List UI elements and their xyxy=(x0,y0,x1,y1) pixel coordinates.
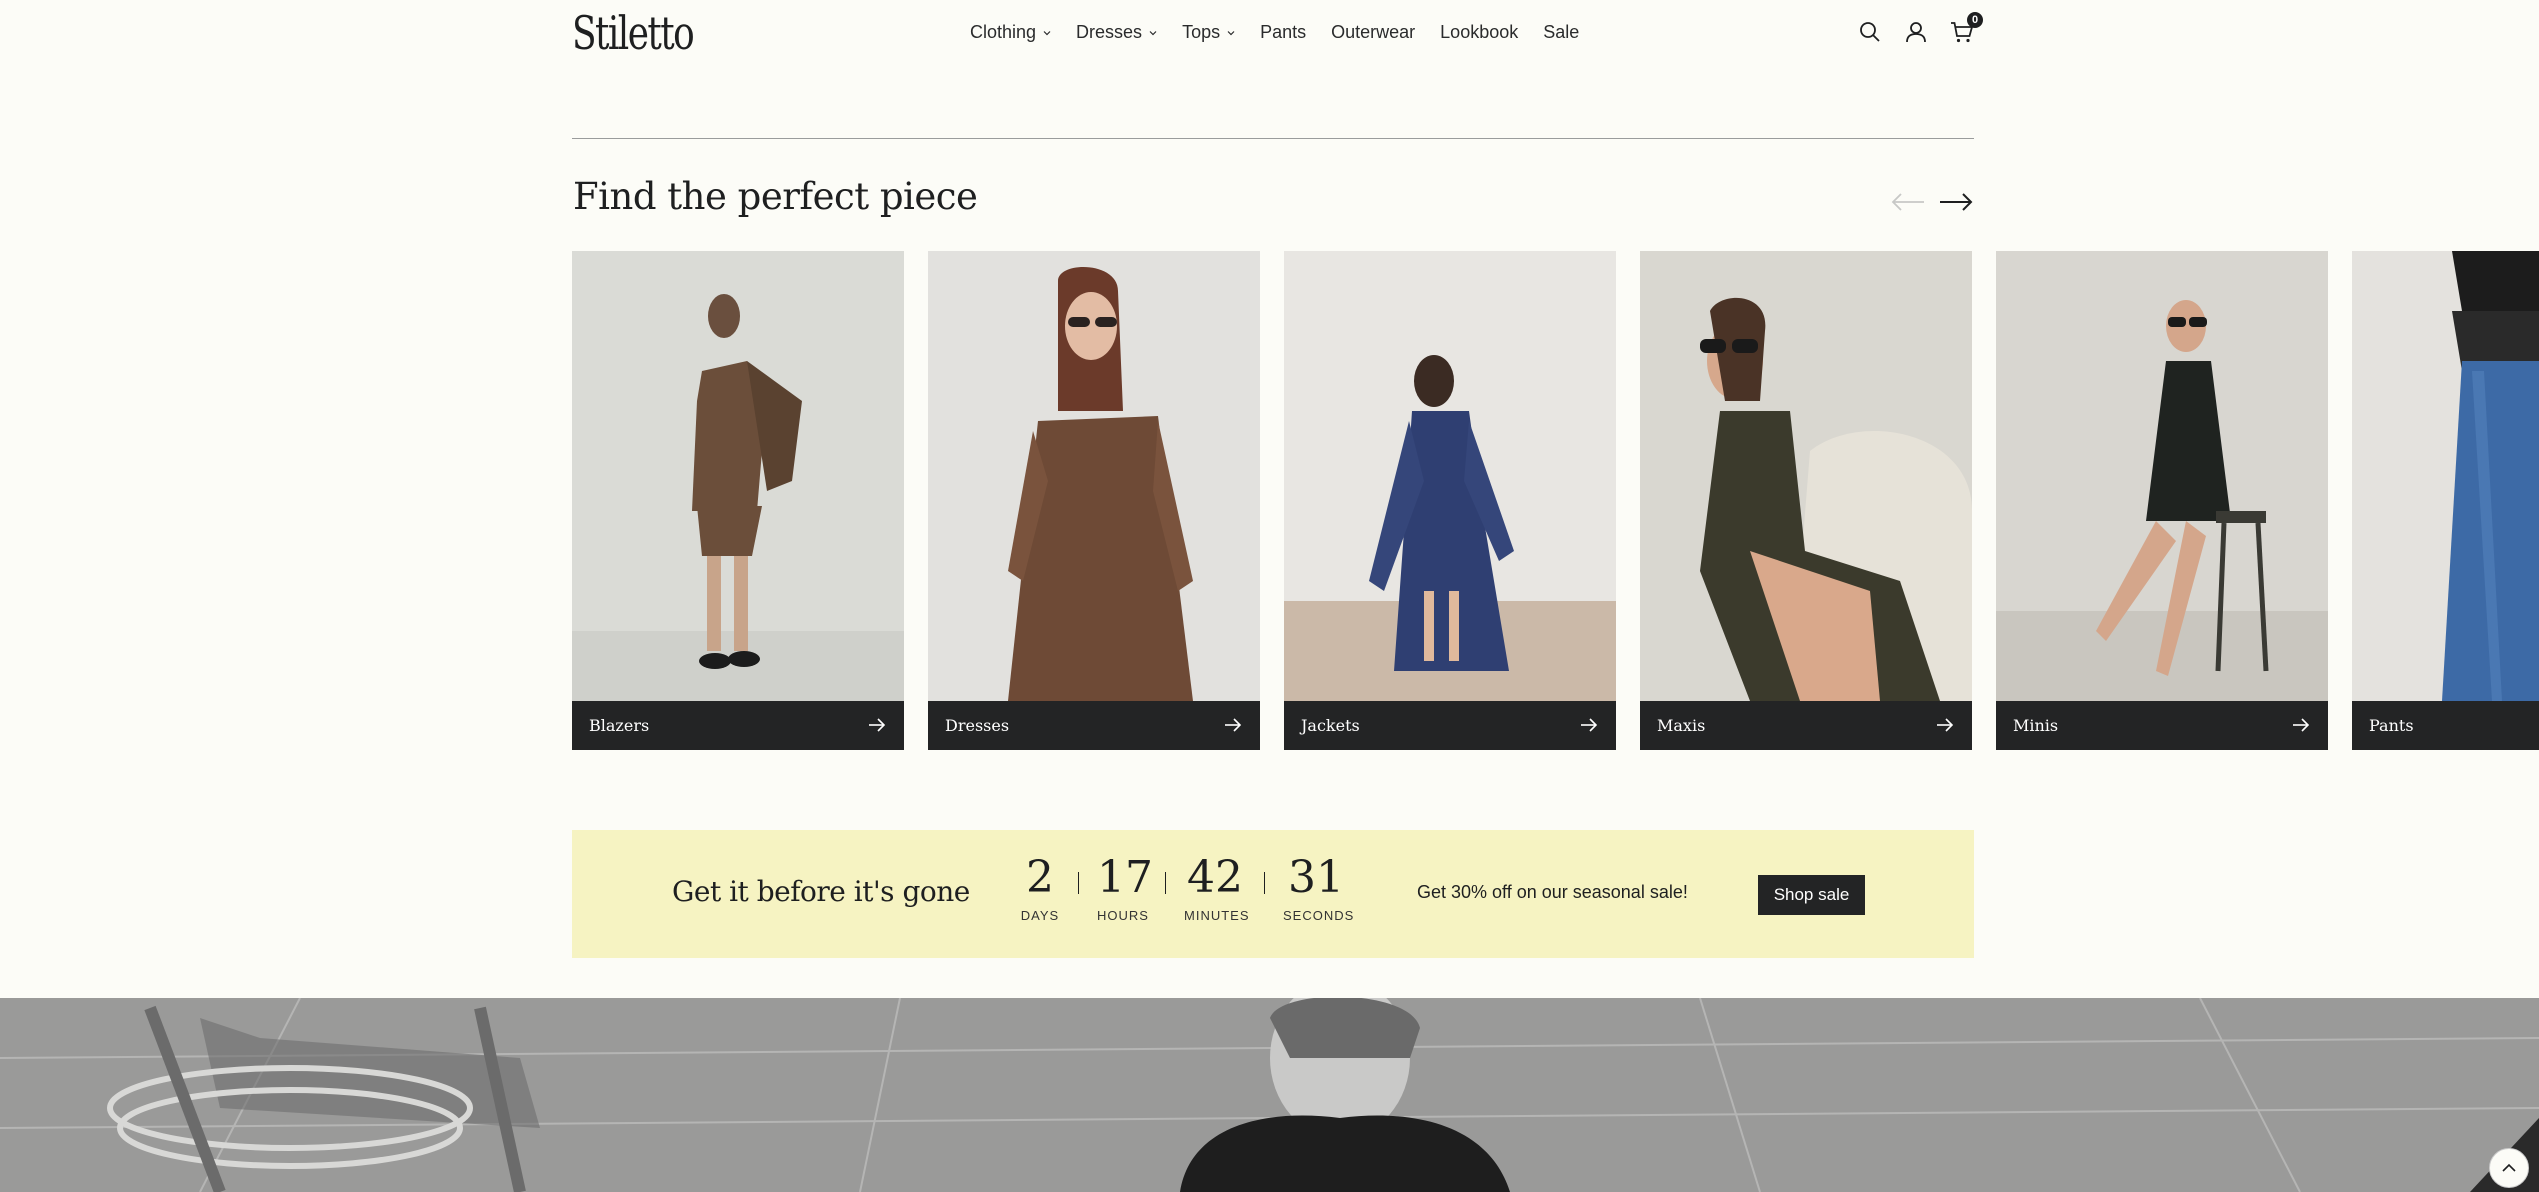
countdown-separator xyxy=(1264,872,1265,894)
countdown-value: 31 xyxy=(1288,852,1344,903)
category-bar: Blazers xyxy=(572,701,904,750)
arrow-left-icon[interactable] xyxy=(1890,190,1926,214)
chevron-up-icon xyxy=(2502,1163,2516,1172)
scroll-to-top-button[interactable] xyxy=(2489,1148,2529,1188)
category-photo xyxy=(1640,251,1972,701)
category-photo xyxy=(1284,251,1616,701)
countdown-value: 2 xyxy=(1026,852,1054,903)
category-label: Pants xyxy=(2369,716,2414,735)
category-label: Jackets xyxy=(1301,716,1360,735)
arrow-right-icon xyxy=(869,718,886,732)
category-bar: Dresses xyxy=(928,701,1260,750)
category-bar: Maxis xyxy=(1640,701,1972,750)
nav-item-pants[interactable]: Pants xyxy=(1260,22,1306,43)
countdown-minutes: 42 MINUTES xyxy=(1184,852,1250,923)
countdown-timer: 2 DAYS 17 HOURS 42 MINUTES 31 SECONDS xyxy=(1020,852,1355,923)
chevron-down-icon xyxy=(1149,30,1157,35)
category-photo xyxy=(2352,251,2539,701)
category-card-pants[interactable]: Pants xyxy=(2352,251,2539,750)
nav-item-tops[interactable]: Tops xyxy=(1182,22,1235,43)
header-actions: 0 xyxy=(1858,12,1983,44)
category-card-maxis[interactable]: Maxis xyxy=(1640,251,1972,750)
category-label: Maxis xyxy=(1657,716,1706,735)
category-card-blazers[interactable]: Blazers xyxy=(572,251,904,750)
cart-count-badge: 0 xyxy=(1967,12,1983,28)
nav-item-sale[interactable]: Sale xyxy=(1543,22,1579,43)
chevron-down-icon xyxy=(1043,30,1051,35)
countdown-hours: 17 HOURS xyxy=(1097,852,1153,923)
nav-item-label: Outerwear xyxy=(1331,22,1416,42)
countdown-label: SECONDS xyxy=(1283,908,1355,923)
main-nav: Clothing Dresses Tops Pants Outerwear Lo… xyxy=(970,22,1604,43)
arrow-right-icon xyxy=(1937,718,1954,732)
countdown-separator xyxy=(1165,872,1166,894)
nav-item-outerwear[interactable]: Outerwear xyxy=(1331,22,1415,43)
account-icon[interactable] xyxy=(1904,20,1928,44)
hero-image xyxy=(0,998,2539,1192)
nav-item-label: Sale xyxy=(1543,22,1580,42)
countdown-days: 2 DAYS xyxy=(1020,852,1060,923)
category-photo xyxy=(1996,251,2328,701)
category-bar: Pants xyxy=(2352,701,2539,750)
cart-button[interactable]: 0 xyxy=(1950,12,1983,44)
countdown-label: HOURS xyxy=(1097,908,1149,923)
category-photo xyxy=(928,251,1260,701)
category-card-minis[interactable]: Minis xyxy=(1996,251,2328,750)
nav-item-label: Lookbook xyxy=(1440,22,1519,42)
category-card-jackets[interactable]: Jackets xyxy=(1284,251,1616,750)
countdown-seconds: 31 SECONDS xyxy=(1283,852,1355,923)
nav-item-dresses[interactable]: Dresses xyxy=(1076,22,1157,43)
arrow-right-icon xyxy=(2293,718,2310,732)
nav-item-label: Dresses xyxy=(1076,22,1143,42)
banner-text: Get 30% off on our seasonal sale! xyxy=(1417,882,1688,902)
countdown-separator xyxy=(1078,872,1079,894)
category-photo xyxy=(572,251,904,701)
arrow-right-icon xyxy=(1581,718,1598,732)
category-bar: Jackets xyxy=(1284,701,1616,750)
carousel-controls xyxy=(1890,190,1974,214)
nav-item-label: Clothing xyxy=(970,22,1037,42)
nav-item-label: Tops xyxy=(1182,22,1221,42)
category-card-dresses[interactable]: Dresses xyxy=(928,251,1260,750)
site-header: Stiletto Clothing Dresses Tops Pants Out… xyxy=(572,0,1983,70)
nav-item-clothing[interactable]: Clothing xyxy=(970,22,1051,43)
search-icon[interactable] xyxy=(1858,20,1882,44)
banner-title: Get it before it's gone xyxy=(672,875,970,908)
category-label: Dresses xyxy=(945,716,1010,735)
nav-item-lookbook[interactable]: Lookbook xyxy=(1440,22,1518,43)
category-label: Blazers xyxy=(589,716,650,735)
arrow-right-icon xyxy=(1225,718,1242,732)
site-logo[interactable]: Stiletto xyxy=(572,6,695,60)
chevron-down-icon xyxy=(1227,30,1235,35)
countdown-label: MINUTES xyxy=(1184,908,1250,923)
nav-item-label: Pants xyxy=(1260,22,1307,42)
section-title: Find the perfect piece xyxy=(573,175,978,218)
countdown-value: 42 xyxy=(1187,852,1243,903)
category-carousel: Blazers Dresses Jackets Maxis Minis Pant… xyxy=(572,251,2539,750)
section-divider xyxy=(572,138,1974,139)
countdown-value: 17 xyxy=(1097,852,1153,903)
sale-banner: Get it before it's gone 2 DAYS 17 HOURS … xyxy=(572,830,1974,958)
arrow-right-icon[interactable] xyxy=(1938,190,1974,214)
category-bar: Minis xyxy=(1996,701,2328,750)
category-label: Minis xyxy=(2013,716,2059,735)
countdown-label: DAYS xyxy=(1020,908,1060,923)
shop-sale-button[interactable]: Shop sale xyxy=(1758,875,1865,915)
